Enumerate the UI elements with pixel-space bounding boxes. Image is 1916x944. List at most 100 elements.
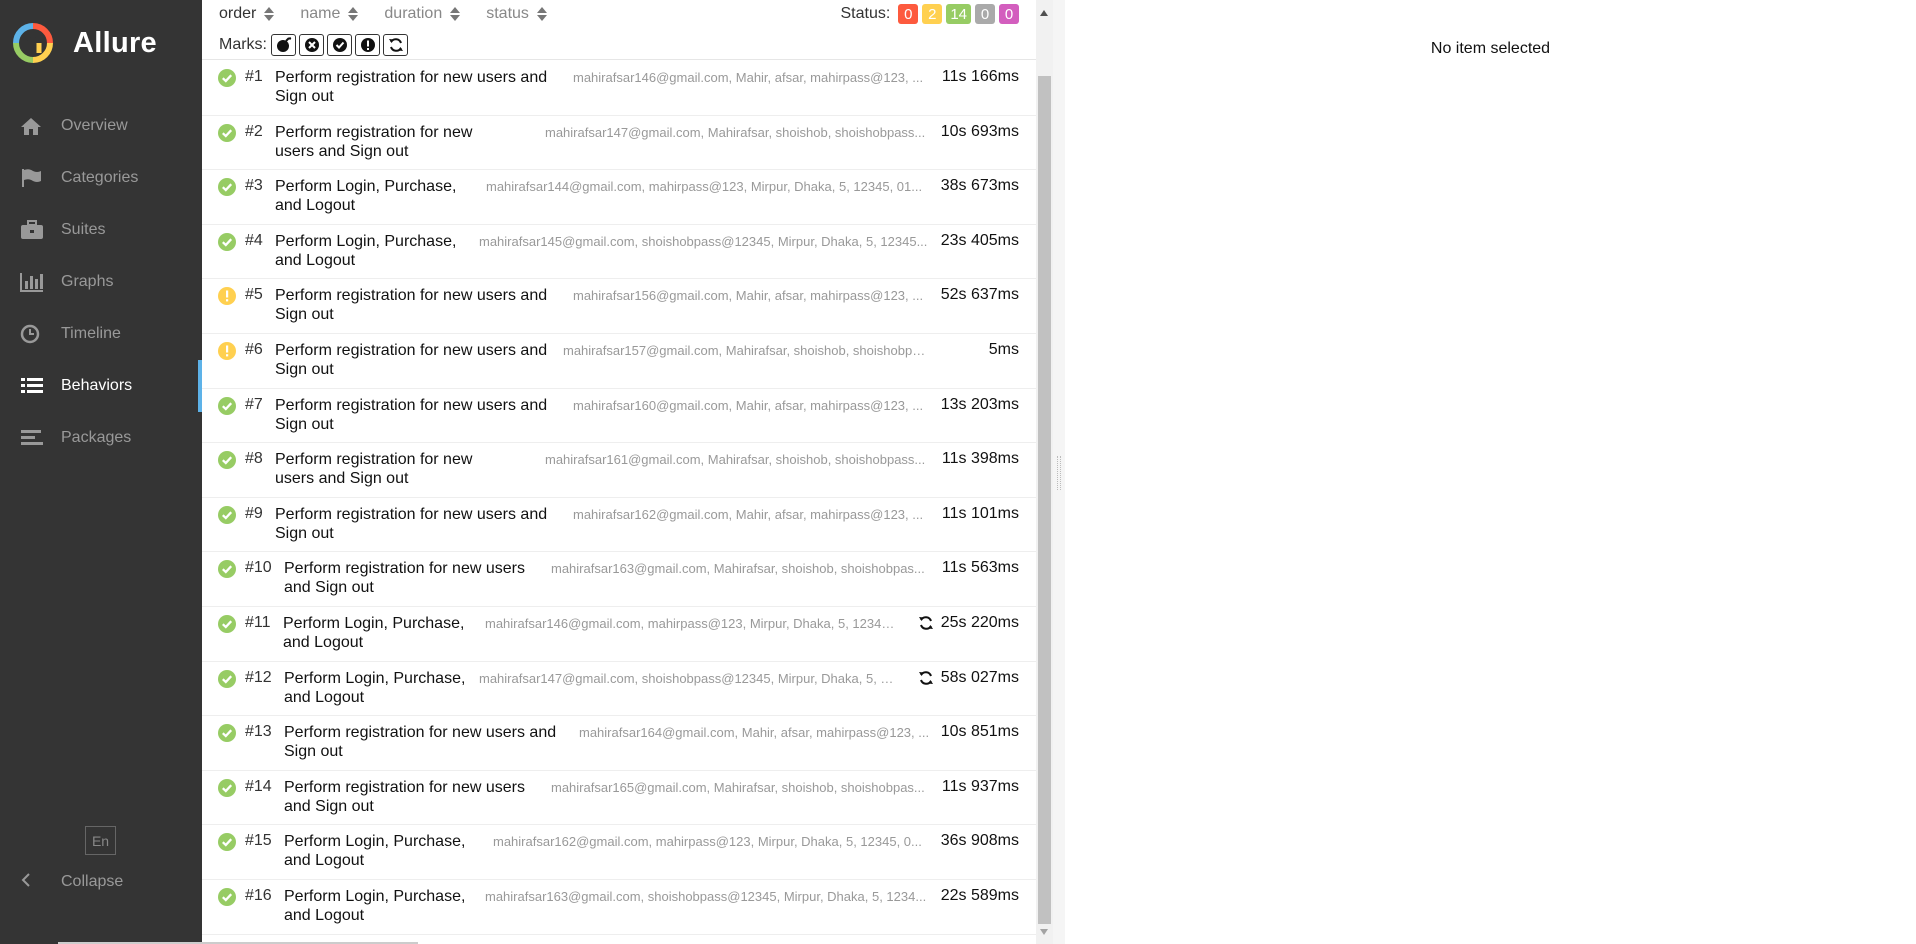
- sort-by-order[interactable]: order: [219, 5, 275, 23]
- sidebar-item-timeline[interactable]: Timeline: [0, 308, 202, 360]
- test-number: #13: [245, 723, 272, 741]
- test-parameters: mahirafsar164@gmail.com, Mahir, afsar, m…: [579, 725, 930, 741]
- tree-toolbar: order name duration status Status: 0 2 1…: [202, 0, 1036, 60]
- test-duration: 11s 563ms: [941, 559, 1019, 577]
- status-passed-icon: [218, 505, 236, 524]
- status-passed-icon: [218, 69, 236, 87]
- test-number: #5: [245, 286, 263, 304]
- new-passed-icon: [332, 38, 347, 52]
- test-row[interactable]: #9 Perform registration for new users and…: [202, 498, 1036, 553]
- test-number: #7: [245, 395, 263, 413]
- test-duration: 52s 637ms: [940, 286, 1019, 304]
- sidebar-item-label: Packages: [61, 429, 132, 446]
- test-duration: 58s 027ms: [940, 668, 1019, 686]
- test-title: Perform Login, Purchase, and Logout: [283, 614, 465, 651]
- test-parameters: mahirafsar162@gmail.com, Mahir, afsar, m…: [573, 506, 924, 522]
- sidebar-item-behaviors[interactable]: Behaviors: [0, 360, 202, 412]
- test-duration: 25s 220ms: [940, 613, 1019, 631]
- test-row[interactable]: #4 Perform Login, Purchase, and Logout mah…: [202, 225, 1036, 280]
- test-list: #1 Perform registration for new users and…: [202, 61, 1036, 935]
- test-parameters: mahirafsar162@gmail.com, mahirpass@123, …: [493, 834, 922, 850]
- mark-new-passed-button[interactable]: [327, 34, 352, 56]
- sorters: order name duration status: [219, 4, 573, 24]
- pane-splitter[interactable]: [1053, 0, 1065, 944]
- marks-filter: Marks:: [219, 33, 411, 57]
- sort-icon: [536, 6, 547, 22]
- scrollbar-thumb[interactable]: [1038, 76, 1051, 924]
- status-broken-icon: [218, 341, 236, 360]
- test-title: Perform Login, Purchase, and Logout: [284, 669, 466, 706]
- status-passed-icon: [218, 833, 236, 852]
- sorter-label: duration: [384, 5, 443, 22]
- test-duration: 23s 405ms: [940, 231, 1019, 249]
- marks-label: Marks:: [219, 36, 267, 53]
- retries-icon: [919, 616, 933, 630]
- test-title: Perform registration for new users and S…: [275, 505, 548, 542]
- test-title: Perform Login, Purchase, and Logout: [275, 232, 457, 269]
- sort-by-name[interactable]: name: [300, 5, 359, 23]
- test-row[interactable]: #2 Perform registration for new users and…: [202, 116, 1036, 171]
- sidebar-item-categories[interactable]: Categories: [0, 152, 202, 204]
- test-duration: 11s 101ms: [941, 504, 1019, 522]
- test-number: #9: [245, 504, 263, 522]
- test-row[interactable]: #1 Perform registration for new users and…: [202, 61, 1036, 116]
- sorter-label: name: [300, 5, 341, 22]
- test-row[interactable]: #16 Perform Login, Purchase, and Logout ma…: [202, 880, 1036, 935]
- sort-by-status[interactable]: status: [486, 5, 547, 23]
- status-broken-badge[interactable]: 2: [922, 4, 943, 24]
- test-parameters: mahirafsar144@gmail.com, mahirpass@123, …: [486, 179, 923, 195]
- collapse-label: Collapse: [61, 873, 124, 890]
- flaky-icon: [276, 37, 291, 52]
- sorter-label: status: [486, 5, 529, 22]
- sort-by-duration[interactable]: duration: [384, 5, 461, 23]
- empty-state-text: No item selected: [1430, 40, 1551, 57]
- test-duration: 11s 166ms: [941, 68, 1019, 85]
- test-row[interactable]: #12 Perform Login, Purchase, and Logout ma…: [202, 662, 1036, 717]
- status-failed-badge[interactable]: 0: [898, 4, 919, 24]
- sidebar-item-packages[interactable]: Packages: [0, 412, 202, 464]
- test-title: Perform registration for new users and S…: [275, 341, 548, 378]
- collapse-button[interactable]: Collapse: [20, 870, 123, 894]
- test-number: #11: [245, 613, 271, 631]
- tree-scrollbar[interactable]: [1036, 0, 1053, 944]
- mark-new-broken-button[interactable]: [355, 34, 380, 56]
- test-duration: 10s 693ms: [940, 122, 1019, 140]
- sidebar-item-suites[interactable]: Suites: [0, 204, 202, 256]
- sidebar-item-overview[interactable]: Overview: [0, 100, 202, 152]
- status-unknown-badge[interactable]: 0: [999, 4, 1019, 24]
- status-passed-icon: [218, 178, 236, 197]
- test-row[interactable]: #11 Perform Login, Purchase, and Logout ma…: [202, 607, 1036, 662]
- mark-retries-button[interactable]: [383, 34, 408, 56]
- test-row[interactable]: #15 Perform Login, Purchase, and Logout ma…: [202, 825, 1036, 880]
- test-duration: 11s 398ms: [941, 450, 1019, 468]
- brand[interactable]: Allure: [13, 22, 157, 64]
- test-number: #10: [245, 559, 272, 577]
- test-number: #3: [245, 177, 263, 195]
- sidebar-item-graphs[interactable]: Graphs: [0, 256, 202, 308]
- mark-new-failed-button[interactable]: [299, 34, 324, 56]
- scroll-down-arrow-icon[interactable]: [1040, 929, 1048, 935]
- splitter-grip-icon: [1057, 456, 1061, 490]
- status-passed-icon: [218, 451, 236, 470]
- test-row[interactable]: #8 Perform registration for new users and…: [202, 443, 1036, 498]
- test-parameters: mahirafsar163@gmail.com, shoishobpass@12…: [485, 888, 927, 904]
- test-row[interactable]: #14 Perform registration for new users an…: [202, 771, 1036, 826]
- test-title: Perform Login, Purchase, and Logout: [284, 833, 466, 870]
- status-passed-badge[interactable]: 14: [946, 4, 971, 24]
- test-duration: 11s 937ms: [941, 777, 1019, 795]
- test-row[interactable]: #7 Perform registration for new users and…: [202, 389, 1036, 444]
- test-title: Perform registration for new users and S…: [284, 778, 525, 815]
- mark-flaky-button[interactable]: [271, 34, 296, 56]
- language-select-button[interactable]: En: [85, 826, 116, 855]
- test-row[interactable]: #3 Perform Login, Purchase, and Logout mah…: [202, 170, 1036, 225]
- test-row[interactable]: #13 Perform registration for new users an…: [202, 716, 1036, 771]
- test-row[interactable]: #5 Perform registration for new users and…: [202, 279, 1036, 334]
- test-row[interactable]: #10 Perform registration for new users an…: [202, 552, 1036, 607]
- scroll-up-arrow-icon[interactable]: [1040, 10, 1048, 16]
- test-number: #15: [245, 832, 272, 850]
- test-row[interactable]: #6 Perform registration for new users and…: [202, 334, 1036, 389]
- test-title: Perform registration for new users and S…: [275, 451, 473, 488]
- flag-icon: [20, 167, 46, 189]
- status-skipped-badge[interactable]: 0: [975, 4, 995, 24]
- test-number: #8: [245, 450, 263, 468]
